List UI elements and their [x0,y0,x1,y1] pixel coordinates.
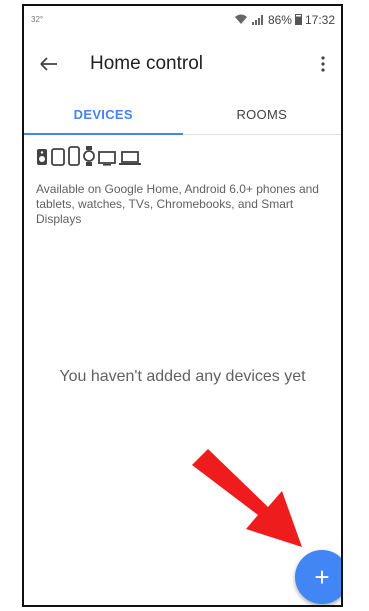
laptop-icon [119,151,141,165]
tab-bar: DEVICES ROOMS [24,94,341,135]
tv-icon [98,151,116,166]
tab-devices[interactable]: DEVICES [24,94,183,135]
plus-icon: + [314,561,330,592]
speaker-icon [37,149,47,165]
status-indicators: 86% 17:32 [234,13,335,27]
tablet-icon [51,148,65,166]
page-title: Home control [90,53,203,74]
status-bar: 32° 86% 17:32 [24,6,341,33]
phone-icon [68,146,80,166]
app-bar: Home control [24,36,341,92]
battery-icon [294,14,302,25]
phone-screen: 32° 86% 17:32 Home control DEVICES ROOMS… [22,4,343,607]
battery-percent: 86% [267,12,292,27]
device-icons-row [36,146,141,166]
red-arrow-annotation [192,449,302,547]
watch-icon [83,146,95,166]
arrow-back-icon [40,57,57,71]
empty-state-message: You haven't added any devices yet [59,368,306,385]
tab-rooms[interactable]: ROOMS [183,94,342,134]
temperature-indicator: 32° [31,15,44,24]
signal-icon [251,15,263,25]
clock: 17:32 [304,12,335,27]
availability-description: Available on Google Home, Android 6.0+ p… [36,182,319,226]
add-device-fab[interactable]: + [295,550,341,604]
more-options-button[interactable] [305,36,341,92]
back-button[interactable] [24,36,74,92]
more-vert-icon [321,56,325,72]
wifi-icon [234,14,247,24]
